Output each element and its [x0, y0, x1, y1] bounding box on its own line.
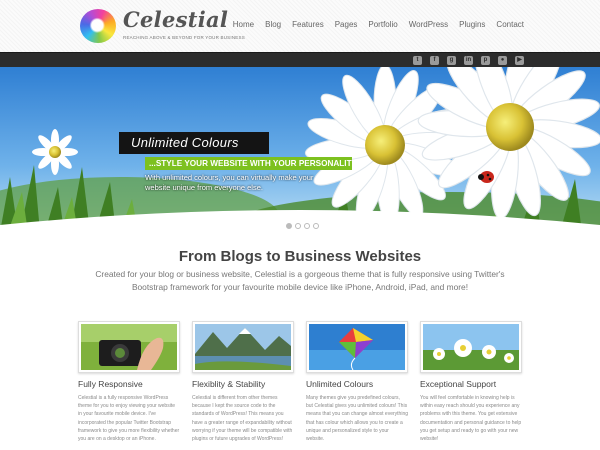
feature-card: Unlimited Colours Many themes give you p… — [306, 321, 408, 443]
slide-caption-text: With unlimited colours, you can virtuall… — [145, 173, 314, 192]
logo-mark-icon — [80, 9, 116, 43]
nav-plugins[interactable]: Plugins — [459, 20, 485, 29]
mountain-lake-image — [195, 324, 291, 370]
intro-title: From Blogs to Business Websites — [178, 248, 422, 265]
flickr-icon[interactable]: ● — [498, 56, 507, 65]
hero-image — [0, 67, 600, 232]
slider-dot-2[interactable] — [295, 223, 301, 229]
nav-pages[interactable]: Pages — [335, 20, 358, 29]
nav-features[interactable]: Features — [292, 20, 324, 29]
slider-pagination — [286, 223, 319, 229]
feature-text: You will feel comfortable in knowing hel… — [420, 395, 522, 443]
nav-portfolio[interactable]: Portfolio — [368, 20, 397, 29]
nav-wordpress[interactable]: WordPress — [409, 20, 448, 29]
feature-text: Many themes give you predefined colours,… — [306, 395, 409, 443]
social-bar: t f g in p ● ▶ — [0, 52, 600, 67]
daisy-field-image — [423, 324, 519, 370]
twitter-icon[interactable]: t — [413, 56, 422, 65]
kite-image — [309, 324, 405, 370]
feature-thumbnail[interactable] — [306, 321, 408, 373]
feature-card: Fully Responsive Celestial is a fully re… — [78, 321, 180, 443]
feature-text: Celestial is a fully responsive WordPres… — [78, 395, 180, 443]
feature-title: Fully Responsive — [78, 379, 143, 389]
feature-card: Exceptional Support You will feel comfor… — [420, 321, 522, 443]
feature-title: Flexiblity & Stability — [192, 379, 266, 389]
site-header: Celestial Reaching above & beyond for yo… — [0, 0, 600, 52]
logo-title: Celestial — [123, 7, 229, 32]
feature-title: Unlimited Colours — [306, 379, 374, 389]
hero-slider[interactable] — [0, 67, 600, 232]
feature-card: Flexiblity & Stability Celestial is diff… — [192, 321, 294, 443]
feature-thumbnail[interactable] — [420, 321, 522, 373]
facebook-icon[interactable]: f — [430, 56, 439, 65]
slider-dot-3[interactable] — [304, 223, 310, 229]
slide-caption-subtitle: ...STYLE YOUR WEBSITE WITH YOUR PERSONAL… — [145, 157, 360, 170]
social-links: t f g in p ● ▶ — [413, 56, 524, 65]
feature-thumbnail[interactable] — [78, 321, 180, 373]
google-plus-icon[interactable]: g — [447, 56, 456, 65]
site-logo[interactable]: Celestial Reaching above & beyond for yo… — [78, 7, 245, 45]
slide-caption-title: Unlimited Colours — [119, 132, 269, 154]
youtube-icon[interactable]: ▶ — [515, 56, 524, 65]
nav-home[interactable]: Home — [233, 20, 254, 29]
feature-title: Exceptional Support — [420, 379, 497, 389]
nav-blog[interactable]: Blog — [265, 20, 281, 29]
slider-dot-1[interactable] — [286, 223, 292, 229]
pinterest-icon[interactable]: p — [481, 56, 490, 65]
main-nav: Home Blog Features Pages Portfolio WordP… — [233, 20, 524, 29]
feature-thumbnail[interactable] — [192, 321, 294, 373]
camera-hand-image — [81, 324, 177, 370]
slider-dot-4[interactable] — [313, 223, 319, 229]
logo-tagline: Reaching above & beyond for your busines… — [123, 35, 245, 40]
linkedin-icon[interactable]: in — [464, 56, 473, 65]
intro-text: Created for your blog or business websit… — [95, 269, 505, 292]
feature-text: Celestial is different from other themes… — [192, 395, 293, 443]
nav-contact[interactable]: Contact — [496, 20, 524, 29]
